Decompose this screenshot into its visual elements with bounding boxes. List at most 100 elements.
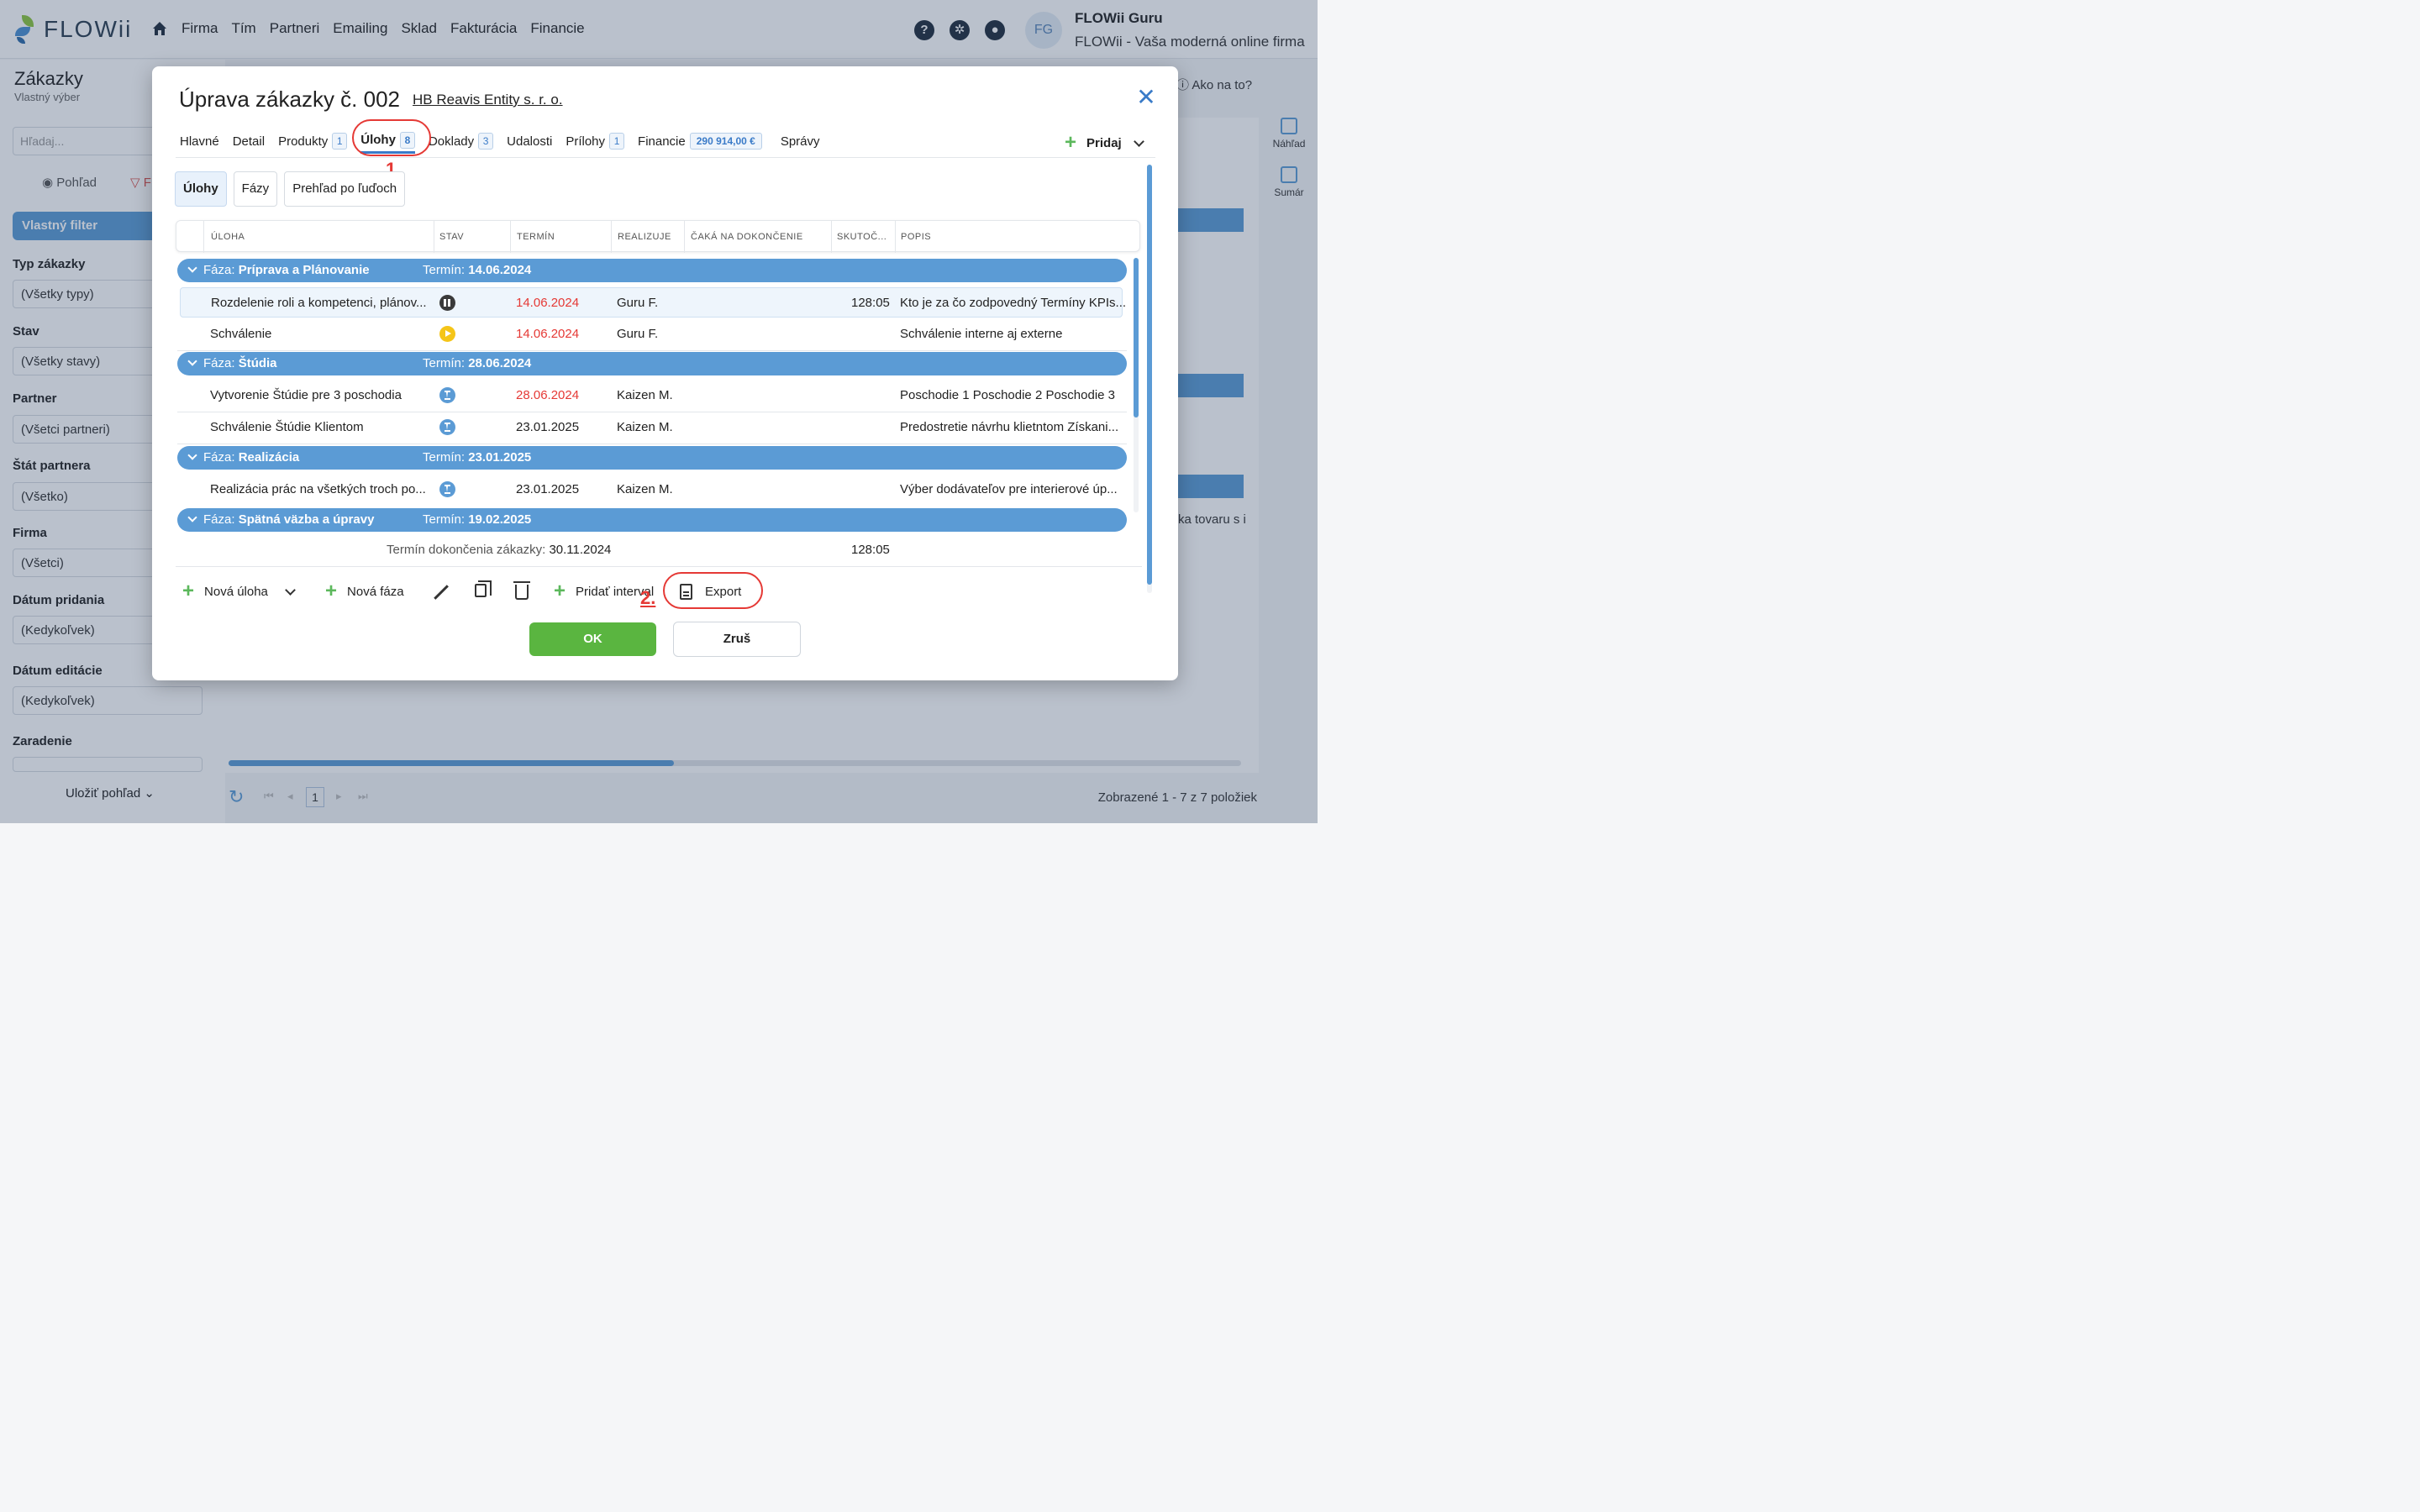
count-badge: 3 [478,133,494,150]
total-time: 128:05 [851,543,890,557]
scrollbar-thumb[interactable] [1134,258,1139,417]
chevron-down-icon[interactable] [187,356,197,366]
phase-row[interactable]: Fáza: Štúdia Termín: 28.06.2024 [177,352,1127,375]
table-row[interactable]: Schválenie 14.06.2024 Guru F. Schválenie… [177,319,1127,351]
tab-messages[interactable]: Správy [781,129,820,154]
column-header-status[interactable]: STAV [439,232,464,242]
new-phase-label: Nová fáza [347,584,404,599]
tab-label: Produkty [278,134,329,149]
chevron-down-icon[interactable] [285,584,296,596]
completion-date-label: Termín dokončenia zákazky: 30.11.2024 [387,543,612,557]
phase-term: Termín: 23.01.2025 [423,450,532,465]
tab-label: Doklady [428,134,475,149]
column-header-description[interactable]: POPIS [901,232,931,242]
phase-name: Fáza: Realizácia [203,450,300,465]
task-assignee: Kaizen M. [617,420,673,434]
scrollbar-thumb[interactable] [1147,165,1152,585]
table-row[interactable]: Schválenie Štúdie Klientom 23.01.2025 Ka… [177,412,1127,444]
tab-label: Financie [638,134,686,149]
subtab-people-overview[interactable]: Prehľad po ľuďoch [284,171,406,207]
chevron-down-icon[interactable] [187,263,197,273]
phase-row[interactable]: Fáza: Realizácia Termín: 23.01.2025 [177,446,1127,470]
phase-term: Termín: 19.02.2025 [423,512,532,527]
pencil-icon[interactable] [432,583,449,600]
add-interval-button[interactable]: + Pridať interval [554,580,654,602]
task-deadline: 23.01.2025 [516,420,580,434]
amount-badge: 290 914,00 € [689,133,762,150]
table-row[interactable]: Realizácia prác na všetkých troch po... … [177,475,1127,507]
plus-icon: + [554,580,566,602]
tab-attachments[interactable]: Prílohy 1 [566,129,625,154]
task-deadline: 23.01.2025 [516,482,580,496]
new-task-label: Nová úloha [204,584,268,599]
plus-icon: + [182,580,195,602]
grid-scrollbar[interactable] [1134,258,1139,512]
cancel-button[interactable]: Zruš [673,622,801,657]
column-header-assignee[interactable]: REALIZUJE [618,232,671,242]
task-description: Schválenie interne aj externe [900,327,1063,341]
pause-status-icon[interactable] [439,295,455,311]
column-header-deadline[interactable]: TERMÍN [517,232,555,242]
task-name: Rozdelenie roli a kompetenci, plánov... [211,296,427,310]
phase-term: Termín: 14.06.2024 [423,263,532,277]
task-description: Kto je za čo zodpovedný Termíny KPIs... [900,296,1127,310]
phase-row[interactable]: Fáza: Príprava a Plánovanie Termín: 14.0… [177,259,1127,282]
trash-icon[interactable] [513,581,530,600]
column-header-actual[interactable]: SKUTOČ... [837,232,886,242]
subtab-tasks[interactable]: Úlohy [175,171,227,207]
chevron-down-icon[interactable] [187,450,197,460]
annotation-circle-export [663,572,763,609]
task-name: Vytvorenie Štúdie pre 3 poschodia [210,388,402,402]
tab-label: Udalosti [507,134,553,149]
hourglass-status-icon[interactable] [439,419,455,435]
tab-finance[interactable]: Financie 290 914,00 € [638,129,762,154]
task-description: Predostretie návrhu klietntom Získani... [900,420,1119,434]
task-subtabs: Úlohy Fázy Prehľad po ľuďoch [175,171,406,207]
phase-row[interactable]: Fáza: Spätná väzba a úpravy Termín: 19.0… [177,508,1127,532]
tab-detail[interactable]: Detail [233,129,265,154]
chevron-down-icon[interactable] [187,512,197,522]
count-badge: 1 [609,133,625,150]
task-assignee: Kaizen M. [617,482,673,496]
task-deadline: 14.06.2024 [516,327,580,341]
tab-main[interactable]: Hlavné [180,129,219,154]
new-phase-button[interactable]: + Nová fáza [325,581,404,601]
phase-term: Termín: 28.06.2024 [423,356,532,370]
play-status-icon[interactable] [439,326,455,342]
ok-button[interactable]: OK [529,622,656,656]
close-icon[interactable]: ✕ [1136,86,1156,109]
tab-label: Detail [232,134,266,149]
tab-label: Hlavné [180,134,219,149]
column-divider [831,221,832,253]
table-row[interactable]: Vytvorenie Štúdie pre 3 poschodia 28.06.… [177,381,1127,412]
partner-link[interactable]: HB Reavis Entity s. r. o. [413,92,563,108]
annotation-circle-tasks-tab [352,119,431,156]
copy-icon[interactable] [475,580,492,597]
grid-summary: Termín dokončenia zákazky: 30.11.2024 12… [176,535,1142,567]
annotation-number-two: 2. [640,587,656,608]
task-name: Realizácia prác na všetkých troch po... [210,482,426,496]
hourglass-status-icon[interactable] [439,387,455,403]
column-divider [203,221,204,253]
tab-products[interactable]: Produkty 1 [278,129,348,154]
column-header-waiting[interactable]: ČAKÁ NA DOKONČENIE [691,232,803,242]
tab-events[interactable]: Udalosti [507,129,552,154]
tab-documents[interactable]: Doklady 3 [428,129,494,154]
dialog-title: Úprava zákazky č. 002 [179,87,401,112]
column-divider [611,221,612,253]
hourglass-status-icon[interactable] [439,481,455,497]
task-name: Schválenie Štúdie Klientom [210,420,364,434]
column-divider [510,221,511,253]
table-row[interactable]: Rozdelenie roli a kompetenci, plánov... … [180,287,1127,318]
tab-label: Správy [780,134,820,149]
dialog-scrollbar[interactable] [1147,165,1152,593]
dialog-tabs: Hlavné Detail Produkty 1 Úlohy 8 Doklady 3 … [180,129,834,154]
plus-icon: + [1065,131,1077,154]
task-assignee: Guru F. [617,296,659,310]
new-task-button[interactable]: + Nová úloha [182,580,296,602]
subtab-phases[interactable]: Fázy [233,171,278,207]
add-dropdown-button[interactable]: + Pridaj [1065,131,1144,154]
task-actual-time: 128:05 [851,296,890,310]
task-assignee: Kaizen M. [617,388,673,402]
column-header-task[interactable]: ÚLOHA [211,232,245,242]
